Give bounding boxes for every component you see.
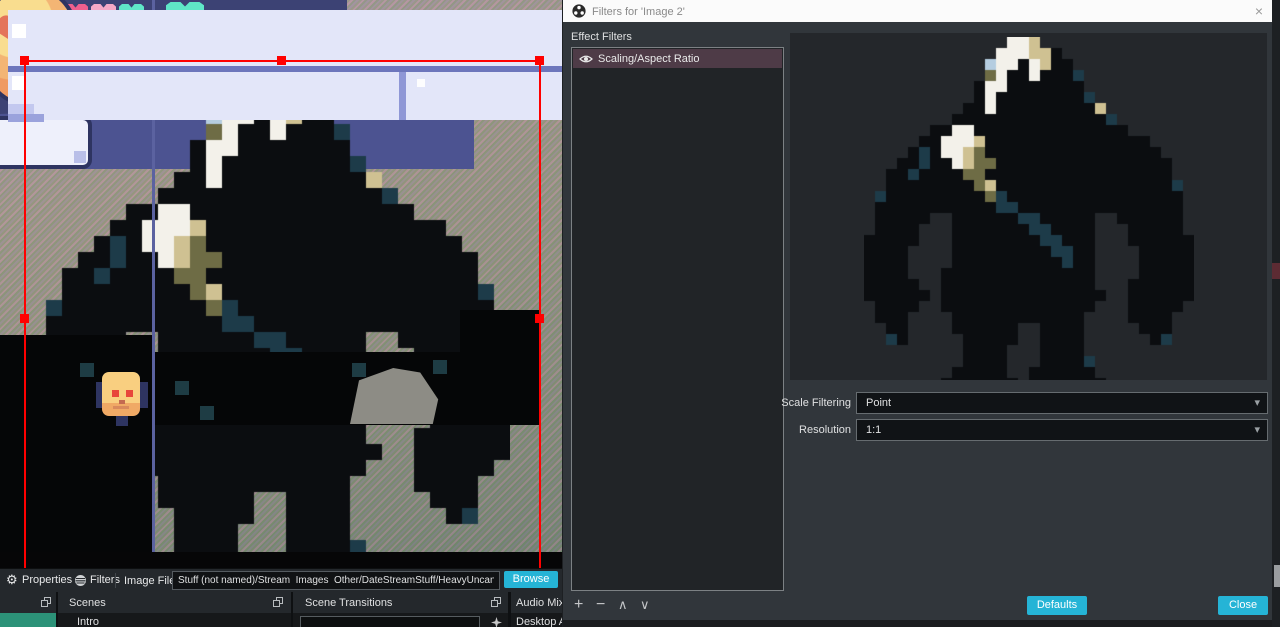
resolution-select[interactable]: 1:1 ▾: [856, 419, 1268, 441]
dock-body: Intro: [58, 613, 291, 627]
dialog-titlebar[interactable]: Filters for 'Image 2' ×: [563, 0, 1272, 22]
transitions-dock-title: Scene Transitions: [305, 597, 393, 609]
skull-guy-ear: [140, 382, 148, 408]
transition-select[interactable]: [300, 616, 480, 627]
defaults-button[interactable]: Defaults: [1027, 596, 1087, 615]
filter-item-label: Scaling/Aspect Ratio: [598, 53, 700, 65]
dock-header: Scenes: [58, 592, 291, 613]
dock-audio-mixer: Audio Mixer Desktop Audio: [511, 592, 562, 627]
browse-button[interactable]: Browse: [504, 571, 558, 588]
image-file-path-input[interactable]: [172, 571, 500, 590]
dialog-bullet: [12, 24, 26, 38]
filter-item-scaling[interactable]: Scaling/Aspect Ratio: [573, 49, 782, 68]
audio-mixer-dock-title: Audio Mixer: [516, 597, 562, 609]
dialog-vertical-divider: [399, 72, 406, 120]
close-icon[interactable]: ×: [1255, 3, 1263, 19]
scale-filtering-select[interactable]: Point ▾: [856, 392, 1268, 414]
source-toolbar: ⚙ Properties Filters Image File Browse: [0, 568, 562, 592]
selection-handle[interactable]: [535, 56, 544, 65]
chevron-down-icon: ▾: [1254, 424, 1260, 436]
filters-icon: [75, 575, 86, 586]
dock-header: Scene Transitions: [293, 592, 508, 613]
dock-body: [293, 613, 508, 627]
dock-body: [0, 613, 56, 627]
dock-header: Audio Mixer: [511, 592, 562, 613]
remove-filter-button[interactable]: −: [596, 596, 605, 614]
game-bottom-strip: [0, 552, 562, 568]
dialog-text-area: [8, 72, 562, 120]
move-filter-up-button[interactable]: ∧: [618, 597, 628, 613]
skull-guy-eye: [126, 390, 133, 397]
skull-guy-eye: [112, 390, 119, 397]
add-filter-button[interactable]: +: [574, 596, 583, 614]
toolbar-separator: [115, 573, 116, 588]
dock-header: [0, 592, 56, 613]
audio-source-desktop[interactable]: Desktop Audio: [516, 616, 562, 627]
background-light-fragment: [1274, 565, 1280, 587]
skull-guy-head: [102, 372, 140, 416]
image-file-label: Image File: [124, 575, 176, 587]
preview-monster-sprite: [864, 37, 1194, 380]
resolution-label: Resolution: [799, 424, 851, 436]
chevron-down-icon: ▾: [1254, 397, 1260, 409]
selection-handle[interactable]: [277, 56, 286, 65]
game-shadow-blob: [460, 310, 540, 425]
popout-icon[interactable]: [491, 597, 502, 608]
selection-handle[interactable]: [20, 56, 29, 65]
game-teal-pixel: [175, 381, 189, 395]
properties-button[interactable]: Properties: [22, 574, 72, 586]
scene-preview[interactable]: [0, 0, 562, 568]
selection-handle[interactable]: [20, 314, 29, 323]
game-teal-pixel: [352, 363, 366, 377]
game-speech-box: [0, 116, 92, 169]
filters-dialog: Filters for 'Image 2' × Effect Filters S…: [563, 0, 1272, 627]
filter-preview: [790, 33, 1267, 380]
dialog-bottom-strip: [563, 620, 1272, 627]
obs-logo-icon: [572, 4, 586, 18]
dock-scene-transitions: Scene Transitions: [293, 592, 508, 627]
close-button[interactable]: Close: [1218, 596, 1268, 615]
background-window-sliver: [1272, 0, 1280, 627]
scale-filtering-label: Scale Filtering: [781, 397, 851, 409]
visibility-eye-icon[interactable]: [579, 54, 593, 64]
effect-filters-label: Effect Filters: [571, 31, 632, 43]
dialog-title: Filters for 'Image 2': [592, 6, 685, 18]
resolution-value: 1:1: [866, 424, 882, 436]
scale-filtering-value: Point: [866, 397, 892, 409]
game-shadow-blob: [0, 335, 152, 568]
dialog-shading: [8, 104, 34, 114]
effect-filters-list[interactable]: Scaling/Aspect Ratio: [571, 47, 784, 591]
skull-guy-nose: [119, 400, 125, 404]
docks-row: Scenes Intro Scene Transitions Audio Mix…: [0, 592, 562, 627]
game-teal-pixel: [433, 360, 447, 374]
background-red-fragment: [1272, 263, 1280, 279]
scenes-dock-title: Scenes: [69, 597, 106, 609]
transition-properties-star-icon[interactable]: [491, 617, 502, 627]
gear-icon: ⚙: [6, 572, 18, 587]
popout-icon[interactable]: [41, 597, 52, 608]
selection-handle[interactable]: [535, 314, 544, 323]
game-teal-pixel: [200, 406, 214, 420]
dialog-dot: [417, 79, 425, 87]
obs-window: ⚙ Properties Filters Image File Browse: [0, 0, 1280, 627]
speech-shading: [74, 151, 86, 163]
game-teal-pixel: [80, 363, 94, 377]
dock-scenes: Scenes Intro: [58, 592, 291, 627]
skull-guy-mouth: [113, 406, 129, 409]
selected-source-item[interactable]: [0, 613, 56, 627]
popout-icon[interactable]: [273, 597, 284, 608]
dock-sources: [0, 592, 56, 627]
scene-item-intro[interactable]: Intro: [77, 616, 99, 627]
dock-body: Desktop Audio: [511, 613, 562, 627]
move-filter-down-button[interactable]: ∨: [640, 597, 650, 613]
dialog-shading: [8, 114, 44, 122]
